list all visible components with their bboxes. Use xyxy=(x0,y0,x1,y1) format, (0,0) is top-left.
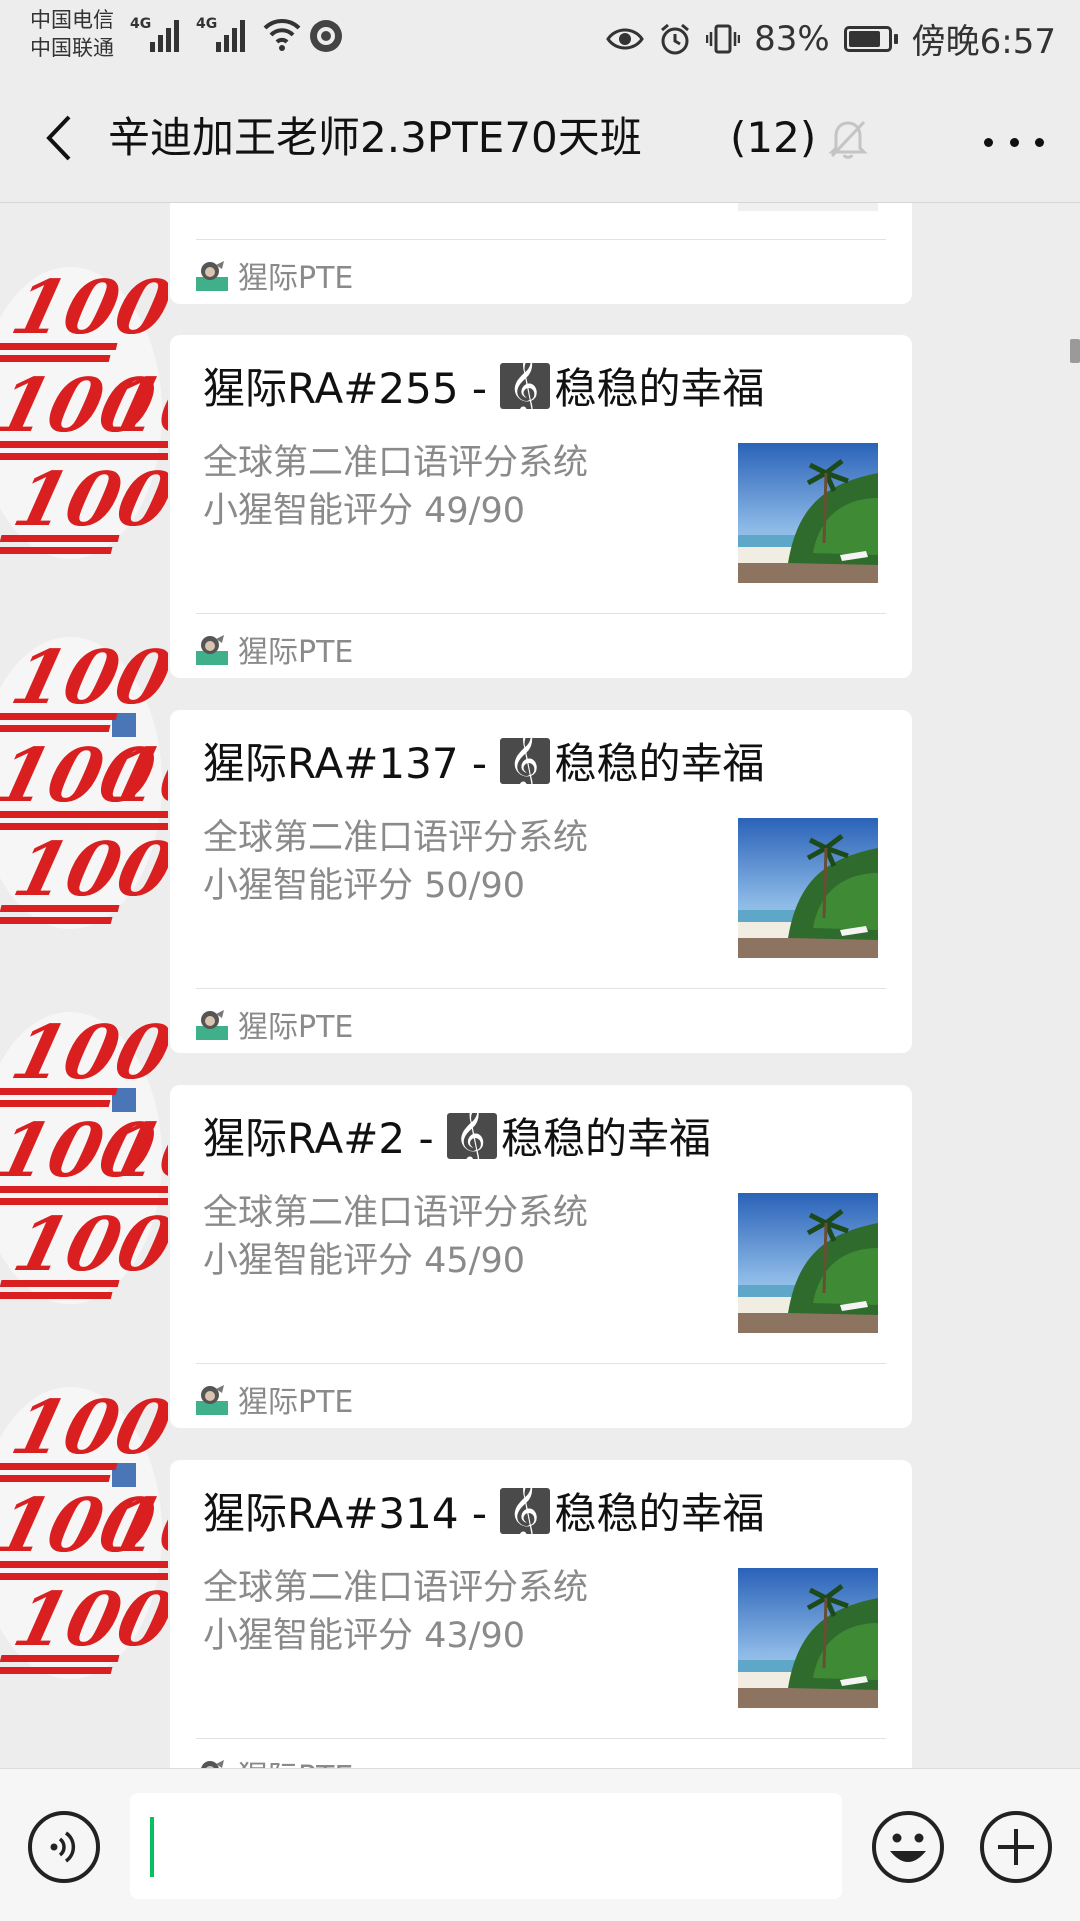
eye-icon xyxy=(606,28,644,49)
card-divider xyxy=(196,988,886,989)
scrollbar[interactable] xyxy=(1070,339,1080,363)
message-input[interactable] xyxy=(130,1793,842,1899)
more-icon xyxy=(984,137,993,147)
link-card[interactable]: 猩际RA#2 - 𝄞 稳稳的幸福 全球第二准口语评分系统 小猩智能评分 45/90… xyxy=(170,1085,912,1428)
hundred-points-avatar-icon xyxy=(0,263,168,559)
chat-title[interactable]: 辛迪加王老师2.3PTE70天班 xyxy=(108,106,642,170)
card-thumbnail xyxy=(738,203,878,211)
alarm-icon xyxy=(661,23,690,54)
card-title: 猩际RA#2 - 𝄞 稳稳的幸福 xyxy=(203,1104,711,1164)
mute-bell-icon xyxy=(828,120,868,159)
link-card[interactable]: 猩际PTE xyxy=(170,203,912,304)
avatar[interactable] xyxy=(0,1383,168,1683)
more-button[interactable] xyxy=(984,122,1044,162)
music-clef-icon: 𝄞 xyxy=(500,355,551,413)
card-source-name: 猩际PTE xyxy=(238,1385,354,1420)
input-bar xyxy=(0,1768,1080,1921)
voice-icon xyxy=(50,1831,76,1863)
link-card[interactable]: 猩际RA#314 - 𝄞 稳稳的幸福 全球第二准口语评分系统 小猩智能评分 43/… xyxy=(170,1460,912,1768)
clock: 傍晚6:57 xyxy=(911,22,1056,62)
card-divider xyxy=(196,1738,886,1739)
card-description: 全球第二准口语评分系统 小猩智能评分 50/90 xyxy=(203,818,589,906)
card-source-name: 猩际PTE xyxy=(238,261,354,296)
wifi-icon xyxy=(263,18,301,51)
voice-button[interactable] xyxy=(28,1811,100,1883)
card-description: 全球第二准口语评分系统 小猩智能评分 43/90 xyxy=(203,1568,589,1656)
xingji-logo-icon xyxy=(196,261,228,291)
card-source-name: 猩际PTE xyxy=(238,1752,353,1768)
chat-header: 辛迪加王老师2.3PTE70天班 (12) xyxy=(0,76,1080,203)
card-divider xyxy=(196,1363,886,1364)
avatar[interactable] xyxy=(0,633,168,933)
card-source-name: 猩际PTE xyxy=(238,1010,354,1045)
card-divider xyxy=(196,239,886,240)
card-divider xyxy=(196,613,886,614)
card-thumbnail xyxy=(738,1568,878,1708)
text-caret xyxy=(150,1817,154,1877)
hundred-points-avatar-icon xyxy=(0,1008,168,1304)
vpn-icon xyxy=(310,20,342,52)
card-description: 全球第二准口语评分系统 小猩智能评分 49/90 xyxy=(203,443,589,531)
back-button[interactable] xyxy=(28,108,88,168)
battery-icon xyxy=(843,25,898,52)
card-thumbnail xyxy=(738,1193,878,1333)
card-source: 猩际PTE xyxy=(196,1377,353,1421)
network-type-2: 4G xyxy=(196,16,218,32)
back-icon xyxy=(46,115,71,161)
plus-icon[interactable] xyxy=(978,1809,1054,1885)
card-title: 猩际RA#255 - 𝄞 稳稳的幸福 xyxy=(203,354,765,414)
card-source: 猩际PTE xyxy=(196,1752,353,1768)
card-source: 猩际PTE xyxy=(196,1002,353,1046)
battery-percent: 83% xyxy=(754,18,830,59)
card-title: 猩际RA#314 - 𝄞 稳稳的幸福 xyxy=(203,1479,765,1539)
status-bar: 中国电信 中国联通 4G 4G 83% 傍晚6:57 xyxy=(0,0,1080,76)
card-source: 猩际PTE xyxy=(196,627,353,671)
link-card[interactable]: 猩际RA#255 - 𝄞 稳稳的幸福 全球第二准口语评分系统 小猩智能评分 49/… xyxy=(170,335,912,678)
xingji-logo-icon xyxy=(196,635,228,665)
card-title: 猩际RA#137 - 𝄞 稳稳的幸福 xyxy=(203,729,765,789)
card-thumbnail xyxy=(738,443,878,583)
card-thumbnail xyxy=(738,818,878,958)
network-type-1: 4G xyxy=(130,16,152,32)
card-description: 全球第二准口语评分系统 小猩智能评分 45/90 xyxy=(203,1193,589,1281)
signal-bars-1-icon xyxy=(150,16,179,52)
carrier-1: 中国电信 xyxy=(30,8,114,32)
avatar[interactable] xyxy=(0,263,168,563)
music-clef-icon: 𝄞 xyxy=(500,1480,551,1538)
music-clef-icon: 𝄞 xyxy=(500,730,551,788)
card-source-name: 猩际PTE xyxy=(238,635,354,670)
chat-messages[interactable]: 猩际PTE 猩际RA#255 - 𝄞 稳稳的幸福 全球第二准口语评分系统 小猩智能… xyxy=(0,203,1080,1768)
member-count: (12) xyxy=(730,113,817,162)
card-source: 猩际PTE xyxy=(196,253,353,297)
xingji-logo-icon xyxy=(196,1010,228,1040)
carrier-labels: 中国电信 中国联通 xyxy=(30,6,114,62)
hundred-points-avatar-icon xyxy=(0,1383,168,1679)
status-right: 83% 傍晚6:57 xyxy=(606,14,1056,63)
music-clef-icon: 𝄞 xyxy=(446,1105,497,1163)
signal-bars-2-icon xyxy=(216,16,245,52)
hundred-points-avatar-icon xyxy=(0,633,168,929)
emoji-icon[interactable] xyxy=(870,1809,946,1885)
xingji-logo-icon xyxy=(196,1385,228,1415)
vibrate-icon xyxy=(706,24,741,53)
xingji-logo-icon xyxy=(201,1760,224,1768)
avatar[interactable] xyxy=(0,1008,168,1308)
carrier-2: 中国联通 xyxy=(30,36,114,60)
link-card[interactable]: 猩际RA#137 - 𝄞 稳稳的幸福 全球第二准口语评分系统 小猩智能评分 50/… xyxy=(170,710,912,1053)
